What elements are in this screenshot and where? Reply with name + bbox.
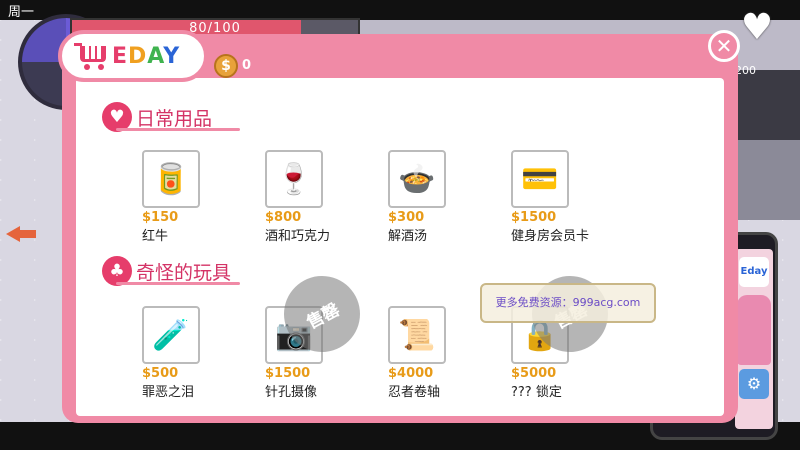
category-daily-goods: ♥ 日常用品 [102,102,240,132]
left-arrow-tail [18,230,36,238]
shop-item-tears-of-sin[interactable]: 🧪 $500 罪恶之泪 [142,306,262,400]
item-name: 解酒汤 [388,229,428,244]
item-price: $500 [142,366,179,381]
item-name: 红牛 [142,229,169,244]
item-name: 健身房会员卡 [511,229,590,244]
item-price: $5000 [511,366,557,381]
item-price: $300 [388,210,425,225]
energy-drink-can-icon[interactable]: 🥫 [142,150,200,208]
item-price: $800 [265,210,302,225]
item-price: $150 [142,210,179,225]
item-name: 针孔摄像 [265,385,318,400]
shop-window: ♥ 日常用品 🥫 $150 红牛 🍷 $800 酒和巧克力 🍲 $300 解酒汤… [58,30,740,423]
shop-header: EDAY $ 0 ✕ [58,30,740,82]
money-readout: 200 [735,64,756,77]
item-name: 罪恶之泪 [142,385,195,400]
shop-content: ♥ 日常用品 🥫 $150 红牛 🍷 $800 酒和巧克力 🍲 $300 解酒汤… [76,78,724,416]
shop-item-wine-chocolate[interactable]: 🍷 $800 酒和巧克力 [265,150,385,244]
ninja-scroll-icon[interactable]: 📜 [388,306,446,364]
wine-chocolate-icon[interactable]: 🍷 [265,150,323,208]
shop-item-red-bull[interactable]: 🥫 $150 红牛 [142,150,262,244]
settings-gear-icon[interactable]: ⚙ [739,369,769,399]
eday-app-icon[interactable]: Eday [739,257,769,287]
category-title: 奇怪的玩具 [136,261,232,284]
soup-bowl-icon[interactable]: 🍲 [388,150,446,208]
category-underline [116,282,240,285]
item-price: $4000 [388,366,434,381]
top-letterbox: 周一 [0,0,800,20]
weekday-label: 周一 [8,5,35,20]
item-price: $1500 [265,366,311,381]
category-strange-toys: ♣ 奇怪的玩具 [102,256,240,286]
category-underline [116,128,240,131]
coin-count: 0 [242,58,252,73]
item-name: 忍者卷轴 [388,385,441,400]
eday-logo: EDAY [58,30,208,82]
membership-card-icon[interactable]: 💳 [511,150,569,208]
shop-item-gym-card[interactable]: 💳 $1500 健身房会员卡 [511,150,631,244]
item-name: ??? 锁定 [511,385,562,400]
stove [735,70,800,140]
category-title: 日常用品 [136,107,213,130]
item-name: 酒和巧克力 [265,229,331,244]
logo-text: EDAY [112,43,181,69]
potion-bottle-icon[interactable]: 🧪 [142,306,200,364]
cabinet [735,140,800,220]
shopping-cart-icon [74,42,108,70]
phone-wallpaper-character [737,295,771,365]
close-button[interactable]: ✕ [708,30,740,62]
shop-item-hangover-soup[interactable]: 🍲 $300 解酒汤 [388,150,508,244]
coin-icon: $ [214,54,238,78]
watermark-banner: 更多免费资源：999acg.com [480,283,656,323]
item-price: $1500 [511,210,557,225]
